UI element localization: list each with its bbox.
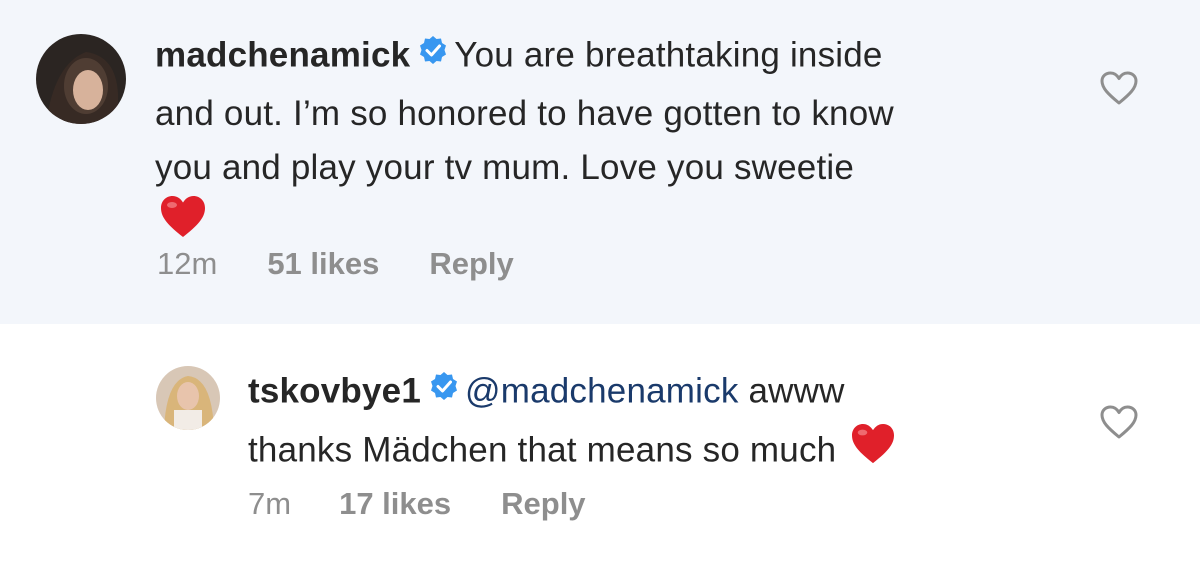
comment-time: 12m bbox=[157, 246, 218, 281]
username[interactable]: madchenamick bbox=[155, 35, 410, 74]
comment-meta: 7m 17 likes Reply bbox=[248, 484, 586, 524]
avatar[interactable] bbox=[36, 34, 126, 124]
heart-outline-icon[interactable] bbox=[1099, 70, 1139, 106]
comment-time: 7m bbox=[248, 486, 292, 521]
comment-body: madchenamick You are breathtaking inside … bbox=[155, 27, 894, 255]
comment-text-line-3: you and play your tv mum. Love you sweet… bbox=[155, 148, 855, 187]
comment-body: tskovbye1 @madchenamick awww thanks Mädch… bbox=[248, 363, 896, 481]
red-heart-emoji bbox=[850, 423, 896, 481]
comment-text-line-2: and out. I’m so honored to have gotten t… bbox=[155, 94, 894, 133]
reply-button[interactable]: Reply bbox=[501, 486, 585, 522]
reply-button[interactable]: Reply bbox=[429, 246, 513, 282]
verified-badge-icon bbox=[429, 363, 459, 417]
comment-text-line-2: thanks Mädchen that means so much bbox=[248, 430, 837, 470]
likes-count[interactable]: 51 likes bbox=[267, 246, 379, 282]
verified-badge-icon bbox=[418, 27, 448, 81]
username[interactable]: tskovbye1 bbox=[248, 371, 421, 410]
comment-tskovbye1: tskovbye1 @madchenamick awww thanks Mädch… bbox=[0, 324, 1200, 573]
mention-link[interactable]: @madchenamick bbox=[465, 371, 739, 410]
comment-madchenamick: madchenamick You are breathtaking inside … bbox=[0, 0, 1200, 324]
avatar[interactable] bbox=[156, 366, 220, 430]
heart-outline-icon[interactable] bbox=[1099, 404, 1139, 440]
comment-text-line-1: You are breathtaking inside bbox=[454, 35, 883, 75]
comment-text-line-1: awww bbox=[748, 371, 845, 411]
comment-meta: 12m 51 likes Reply bbox=[157, 244, 514, 284]
likes-count[interactable]: 17 likes bbox=[339, 486, 451, 522]
